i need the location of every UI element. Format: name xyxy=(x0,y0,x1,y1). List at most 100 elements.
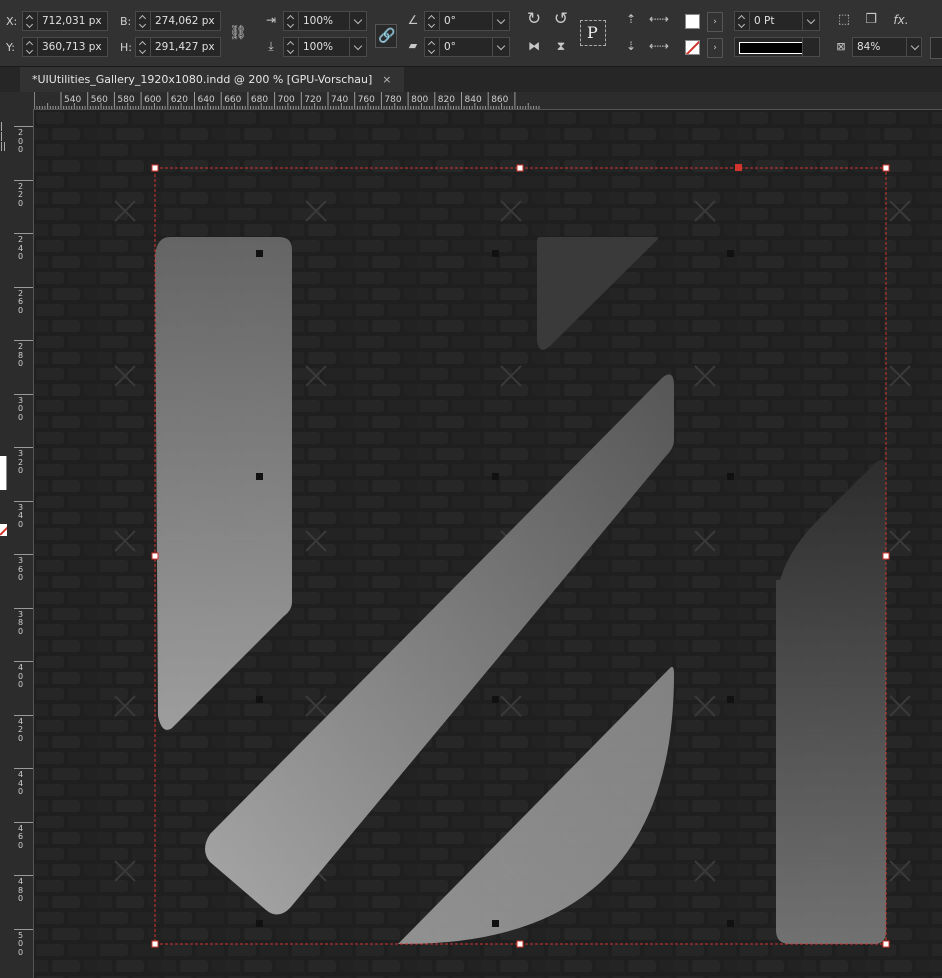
scale-y-stepper-icon[interactable] xyxy=(284,38,299,56)
y-position-field[interactable]: 360,713 px xyxy=(22,37,108,57)
resize-handle[interactable] xyxy=(516,940,524,948)
rotation-field[interactable]: 0° xyxy=(424,11,510,31)
scale-x-field[interactable]: 100% xyxy=(283,11,367,31)
select-container-icon[interactable]: ⇡ xyxy=(622,11,640,27)
x-position-field[interactable]: 712,031 px xyxy=(22,11,108,31)
fill-swatch-tool[interactable] xyxy=(0,456,7,490)
document-tab-title: *UIUtilities_Gallery_1920x1080.indd @ 20… xyxy=(32,73,373,86)
select-next-icon[interactable]: ⇠⇢ xyxy=(648,38,670,54)
fill-dropdown-icon[interactable]: › xyxy=(707,12,723,32)
anchor-handle[interactable] xyxy=(735,164,742,171)
fill-swatch[interactable] xyxy=(685,14,700,29)
ruler-tick-label: 700 xyxy=(278,95,295,105)
scale-x-stepper-icon[interactable] xyxy=(284,12,299,30)
stroke-weight-stepper-icon[interactable] xyxy=(735,12,750,30)
vertical-ruler-label: 3 8 0 xyxy=(18,609,24,636)
scale-y-field[interactable]: 100% xyxy=(283,37,367,57)
shear-field[interactable]: 0° xyxy=(424,37,510,57)
scale-y-dropdown-icon[interactable] xyxy=(349,38,366,56)
ruler-tick-label: 740 xyxy=(331,95,348,105)
resize-handle[interactable] xyxy=(516,164,524,172)
resize-handle[interactable] xyxy=(882,552,890,560)
link-scale-button[interactable]: 🔗 xyxy=(375,24,397,48)
ruler-tick xyxy=(14,233,33,234)
stroke-weight-dropdown-icon[interactable] xyxy=(802,12,819,30)
x-stepper-icon[interactable] xyxy=(23,12,38,30)
rotation-stepper-icon[interactable] xyxy=(425,12,440,30)
opacity-field[interactable]: 84% xyxy=(852,37,922,57)
ruler-tick-label: 860 xyxy=(491,95,508,105)
resize-handle[interactable] xyxy=(151,940,159,948)
height-field[interactable]: 291,427 px xyxy=(135,37,221,57)
ruler-tick xyxy=(14,393,33,395)
scale-x-icon: ⇥ xyxy=(265,13,277,27)
horizontal-ruler[interactable]: 540 560 580 600 620 640 660 680 700 720 740 760 780 8… xyxy=(34,92,942,110)
opacity-icon: ⊠ xyxy=(836,40,846,53)
vertical-ruler[interactable]: 2 0 0 2 2 0 2 4 0 2 6 0 2 8 0 3 0 0 3 2 0 3 4 0… xyxy=(0,92,34,978)
width-stepper-icon[interactable] xyxy=(136,12,151,30)
ruler-tick xyxy=(14,821,33,823)
anchor-point xyxy=(727,920,734,927)
vertical-ruler-label: 2 8 0 xyxy=(18,342,24,368)
resize-handle[interactable] xyxy=(151,164,159,172)
document-tab[interactable]: *UIUtilities_Gallery_1920x1080.indd @ 20… xyxy=(20,67,404,92)
anchor-point xyxy=(256,473,263,480)
resize-handle[interactable] xyxy=(151,552,159,560)
shear-dropdown-icon[interactable] xyxy=(492,38,509,56)
height-stepper-icon[interactable] xyxy=(136,38,151,56)
vertical-ruler-label: 3 4 0 xyxy=(18,502,24,529)
x-label: X: xyxy=(6,15,18,28)
drop-shadow-icon[interactable]: ❐ xyxy=(862,12,880,28)
vertical-ruler-strip: 2 0 0 2 2 0 2 4 0 2 6 0 2 8 0 3 0 0 3 2 0 3 4 0… xyxy=(14,109,34,978)
toolbar-fragment: | | || xyxy=(0,122,7,152)
stroke-none-tool[interactable] xyxy=(0,524,7,536)
opacity-dropdown-icon[interactable] xyxy=(906,38,921,56)
reference-point-button[interactable]: P xyxy=(580,20,606,46)
ruler-tick xyxy=(14,286,33,288)
stroke-dropdown-icon[interactable]: › xyxy=(707,38,723,58)
vertical-ruler-label: 3 0 0 xyxy=(18,395,24,422)
ruler-tick-label: 760 xyxy=(358,95,375,105)
select-previous-icon[interactable]: ⇠⇢ xyxy=(648,11,670,27)
ruler-tick-label: 720 xyxy=(304,95,321,105)
anchor-point xyxy=(492,250,499,257)
vertical-ruler-label: 4 2 0 xyxy=(18,716,24,743)
rotate-cw-icon[interactable]: ↻ xyxy=(524,11,544,28)
flip-horizontal-icon[interactable]: ⧓ xyxy=(524,38,544,54)
none-slash-icon xyxy=(686,41,699,54)
flip-vertical-icon[interactable]: ⧗ xyxy=(551,38,571,54)
y-stepper-icon[interactable] xyxy=(23,38,38,56)
scale-x-dropdown-icon[interactable] xyxy=(349,12,366,30)
fx-icon[interactable]: fx. xyxy=(890,12,912,28)
ruler-tick-label: 800 xyxy=(411,95,428,105)
vertical-ruler-label: 5 0 0 xyxy=(18,930,24,957)
stroke-swatch-none[interactable] xyxy=(685,40,700,55)
overflow-field[interactable] xyxy=(930,37,942,59)
ruler-tick-label: 600 xyxy=(144,95,161,105)
rotate-ccw-icon[interactable]: ↺ xyxy=(551,11,571,28)
constrain-proportions-icon[interactable]: ⛓ xyxy=(229,25,247,41)
scale-y-icon: ⤓ xyxy=(268,39,274,53)
resize-handle[interactable] xyxy=(882,940,890,948)
vertical-ruler-label: 4 4 0 xyxy=(18,770,24,796)
vertical-ruler-label: 2 0 0 xyxy=(18,128,24,154)
stroke-type-dropdown-icon[interactable] xyxy=(802,38,819,56)
rotation-dropdown-icon[interactable] xyxy=(492,12,509,30)
ruler-tick xyxy=(14,928,33,930)
artwork[interactable] xyxy=(34,110,942,978)
ruler-tick-label: 540 xyxy=(64,95,81,105)
close-tab-icon[interactable]: × xyxy=(382,73,391,86)
canvas[interactable] xyxy=(34,110,942,978)
select-content-icon[interactable]: ⇣ xyxy=(622,38,640,54)
stroke-type-select[interactable] xyxy=(734,37,820,57)
anchor-point xyxy=(492,696,499,703)
y-label: Y: xyxy=(6,41,15,54)
shear-stepper-icon[interactable] xyxy=(425,38,440,56)
ruler-tick-label: 840 xyxy=(465,95,482,105)
ruler-tick xyxy=(14,875,33,876)
resize-handle[interactable] xyxy=(882,164,890,172)
stroke-weight-field[interactable]: 0 Pt xyxy=(734,11,820,31)
width-field[interactable]: 274,062 px xyxy=(135,11,221,31)
ruler-tick xyxy=(14,768,33,769)
text-wrap-icon[interactable]: ⬚ xyxy=(835,12,853,28)
